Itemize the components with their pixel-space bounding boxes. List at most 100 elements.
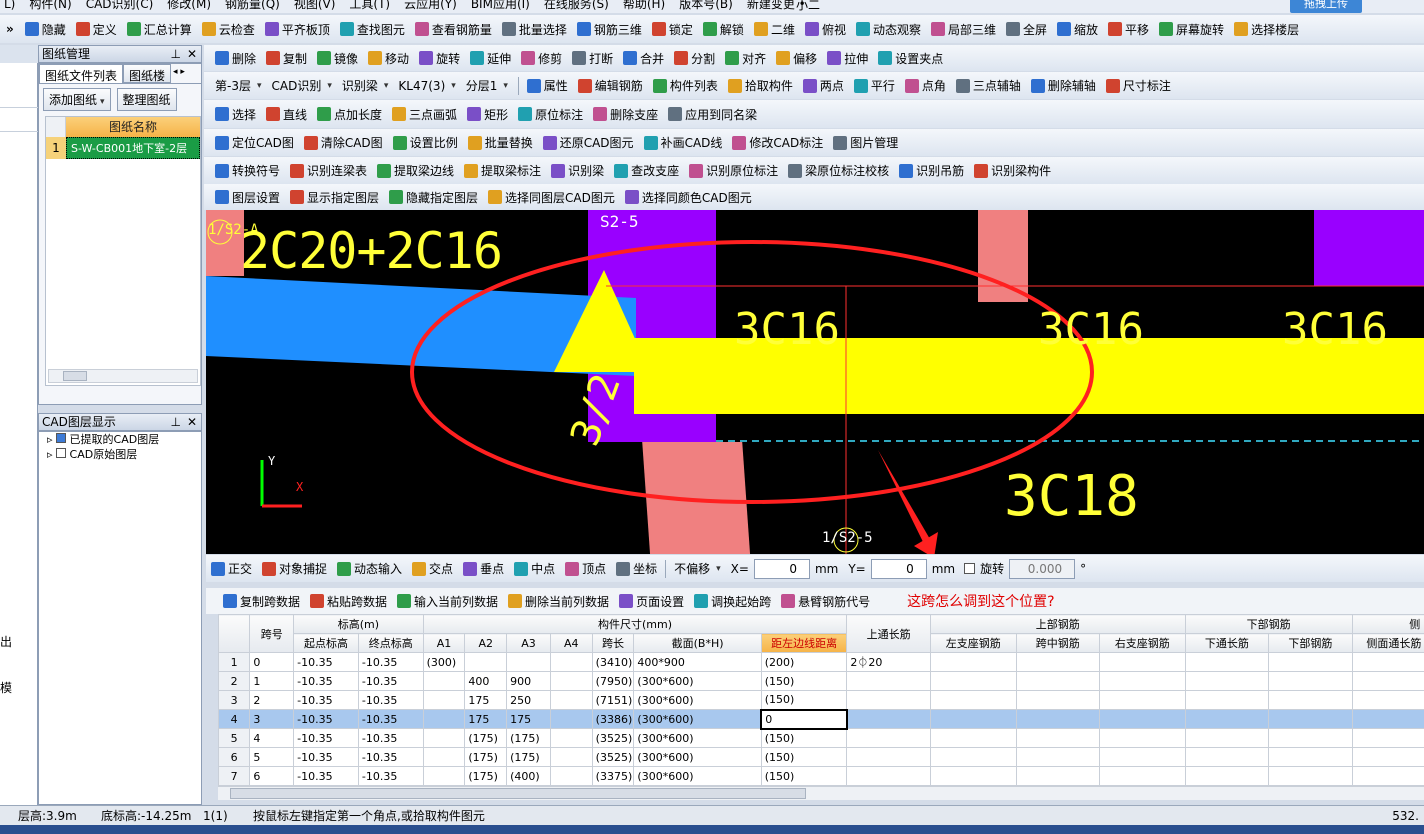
toolbar4-button-4[interactable]: 矩形 [462, 103, 513, 125]
grid-cell[interactable] [1099, 671, 1186, 691]
toolbar6-button-1[interactable]: 识别连梁表 [285, 160, 372, 182]
snap-button-7[interactable]: 坐标 [611, 558, 662, 580]
arrange-drawing-button[interactable]: 整理图纸 [116, 88, 177, 111]
toolbar5-button-5[interactable]: 补画CAD线 [639, 132, 728, 154]
gridtool-button-2[interactable]: 输入当前列数据 [392, 590, 503, 612]
pink-column-center[interactable] [978, 210, 1028, 302]
close-icon[interactable]: ✕ [187, 414, 197, 430]
grid-cell[interactable] [1184, 671, 1270, 691]
editing-cell[interactable]: 0 [760, 708, 848, 730]
grid-cell[interactable] [846, 766, 931, 786]
grid-cell[interactable] [549, 709, 593, 729]
table-row[interactable]: 6 5 -10.35 -10.35 (175) (175) (3525) (300*600)(… [218, 747, 1424, 767]
grid-cell[interactable] [1099, 709, 1186, 729]
toolbar2-button-1[interactable]: 复制 [261, 47, 312, 69]
purple-column-right[interactable] [1314, 210, 1424, 286]
grid-cell[interactable] [1351, 728, 1424, 748]
toolbar2-button-2[interactable]: 镜像 [312, 47, 363, 69]
grid-cell[interactable] [1268, 709, 1353, 729]
grid-cell[interactable]: (150) [760, 747, 848, 767]
menu-item-1[interactable]: 构件(N) [29, 0, 71, 10]
grid-cell[interactable] [422, 747, 466, 767]
snap-button-2[interactable]: 动态输入 [332, 558, 407, 580]
grid-cell[interactable] [1351, 766, 1424, 786]
toolbar4-button-3[interactable]: 三点画弧 [387, 103, 462, 125]
snap-button-5[interactable]: 中点 [509, 558, 560, 580]
grid-cell[interactable]: -10.35 [293, 652, 359, 672]
grid-cell[interactable] [929, 690, 1017, 710]
tab-file-list[interactable]: 图纸文件列表 [39, 64, 124, 83]
toolbar2-button-13[interactable]: 设置夹点 [873, 47, 948, 69]
toolbar5-button-4[interactable]: 还原CAD图元 [538, 132, 639, 154]
toolbar2-button-3[interactable]: 移动 [363, 47, 414, 69]
tab-scroll-icon[interactable]: ◂ ▸ [171, 64, 187, 83]
drawing-row-name[interactable]: S-W-CB001地下室-2层 [66, 137, 200, 159]
pin-icon[interactable]: ⊥ [171, 46, 181, 62]
toolbar2-button-5[interactable]: 延伸 [465, 47, 516, 69]
close-icon[interactable]: ✕ [187, 46, 197, 62]
grid-cell[interactable]: (175) [464, 728, 508, 748]
menu-item-5[interactable]: 视图(V) [294, 0, 336, 10]
toolbar2-button-8[interactable]: 合并 [618, 47, 669, 69]
grid-cell[interactable] [1268, 652, 1353, 672]
toolbar1-button-19[interactable]: 选择楼层 [1229, 18, 1304, 40]
grid-cell[interactable]: 175 [464, 690, 508, 710]
grid-cell[interactable] [1015, 747, 1101, 767]
toolbar1-button-17[interactable]: 平移 [1103, 18, 1154, 40]
toolbar6-button-0[interactable]: 转换符号 [210, 160, 285, 182]
grid-cell[interactable]: (150) [760, 690, 848, 710]
grid-cell[interactable]: -10.35 [357, 652, 424, 672]
grid-cell[interactable]: 400 [464, 671, 508, 691]
toolbar1-button-7[interactable]: 批量选择 [497, 18, 572, 40]
grid-cell[interactable] [929, 747, 1017, 767]
grid-cell[interactable]: 0 [249, 652, 295, 672]
toolbar5-button-1[interactable]: 清除CAD图 [299, 132, 388, 154]
offset-select[interactable]: 不偏移 [669, 558, 726, 580]
grid-cell[interactable]: (175) [506, 728, 551, 748]
gridtool-button-3[interactable]: 删除当前列数据 [503, 590, 614, 612]
toolbar6-button-8[interactable]: 识别吊筋 [894, 160, 969, 182]
toolbar2-button-12[interactable]: 拉伸 [822, 47, 873, 69]
toolbar6-button-2[interactable]: 提取梁边线 [372, 160, 459, 182]
drawing-scrollbar[interactable] [48, 369, 198, 383]
grid-cell[interactable]: (175) [464, 747, 508, 767]
grid-cell[interactable] [846, 671, 931, 691]
toolbar5-button-3[interactable]: 批量替换 [463, 132, 538, 154]
grid-cell[interactable] [1351, 747, 1424, 767]
toolbar3-button-8[interactable]: 删除辅轴 [1026, 75, 1101, 97]
toolbar7-button-3[interactable]: 选择同图层CAD图元 [483, 186, 620, 208]
toolbar6-button-3[interactable]: 提取梁标注 [459, 160, 546, 182]
grid-cell[interactable]: -10.35 [357, 671, 424, 691]
table-row[interactable]: 2 1 -10.35 -10.35 400 900 (7950) (300*600) (150) [218, 671, 1424, 691]
grid-cell[interactable]: (175) [506, 747, 551, 767]
grid-cell[interactable] [1184, 709, 1270, 729]
grid-cell[interactable]: (7151) [591, 690, 635, 710]
grid-cell[interactable] [1099, 766, 1186, 786]
toolbar1-button-1[interactable]: 定义 [71, 18, 122, 40]
toolbar1-button-10[interactable]: 解锁 [698, 18, 749, 40]
toolbar1-button-5[interactable]: 查找图元 [335, 18, 410, 40]
grid-scrollbar[interactable] [218, 786, 1424, 800]
toolbar1-button-15[interactable]: 全屏 [1001, 18, 1052, 40]
grid-cell[interactable] [1351, 652, 1424, 672]
span-table[interactable]: 跨号 标高(m) 构件尺寸(mm) 上通长筋 上部钢筋 下部钢筋 侧 起点标高终… [218, 614, 1424, 786]
toolbar1-button-6[interactable]: 查看钢筋量 [410, 18, 497, 40]
toolbar2-button-4[interactable]: 旋转 [414, 47, 465, 69]
rotate-input[interactable]: 0.000 [1009, 558, 1076, 579]
grid-cell[interactable] [1099, 747, 1186, 767]
grid-cell[interactable]: 2⏀20 [846, 652, 931, 672]
grid-cell[interactable] [846, 747, 931, 767]
toolbar1-button-16[interactable]: 缩放 [1052, 18, 1103, 40]
layer-extracted[interactable]: ▹ 已提取的CAD图层 [39, 432, 201, 448]
grid-cell[interactable] [929, 671, 1017, 691]
snap-button-1[interactable]: 对象捕捉 [257, 558, 332, 580]
grid-cell[interactable]: -10.35 [357, 766, 424, 786]
gridtool-button-4[interactable]: 页面设置 [614, 590, 689, 612]
grid-cell[interactable]: -10.35 [293, 747, 359, 767]
grid-cell[interactable]: (3525) [591, 747, 635, 767]
grid-cell[interactable]: (3410) [591, 652, 635, 672]
toolbar2-button-7[interactable]: 打断 [567, 47, 618, 69]
grid-cell[interactable] [422, 766, 466, 786]
toolbar4-button-6[interactable]: 删除支座 [588, 103, 663, 125]
toolbar3-select-floor[interactable]: 第-3层 [210, 75, 267, 97]
